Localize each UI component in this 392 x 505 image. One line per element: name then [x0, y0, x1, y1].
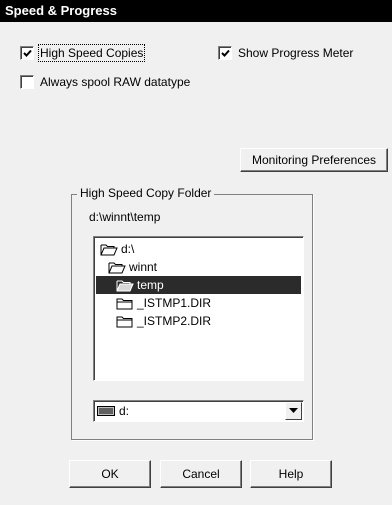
open-folder-icon: [100, 244, 118, 255]
always-spool-raw-label: Always spool RAW datatype: [40, 75, 191, 89]
show-progress-meter-checkbox-box[interactable]: [218, 46, 232, 60]
folder-list[interactable]: d:\ winnt temp _ISTMP1.DIR _ISTMP2.DIR: [93, 236, 304, 381]
folder-item-label: d:\: [121, 242, 135, 256]
closed-folder-icon: [116, 316, 133, 327]
help-button[interactable]: Help: [250, 460, 332, 488]
monitoring-preferences-button[interactable]: Monitoring Preferences: [240, 148, 388, 172]
drive-icon: [97, 406, 115, 416]
group-title: High Speed Copy Folder: [77, 186, 215, 200]
show-progress-meter-checkbox[interactable]: Show Progress Meter: [218, 46, 353, 60]
checkmark-icon: [22, 49, 32, 57]
folder-item-winnt[interactable]: winnt: [96, 258, 301, 276]
folder-item-istmp1[interactable]: _ISTMP1.DIR: [96, 294, 301, 312]
high-speed-copies-label: High Speed Copies: [37, 44, 146, 62]
checkmark-icon: [220, 49, 230, 57]
folder-item-label: _ISTMP2.DIR: [137, 314, 212, 328]
folder-item-label: _ISTMP1.DIR: [137, 296, 212, 310]
chevron-down-icon: [289, 408, 298, 413]
speed-progress-dialog: Speed & Progress High Speed Copies Show …: [0, 0, 392, 505]
drive-select[interactable]: d:: [93, 400, 304, 422]
always-spool-raw-checkbox-box[interactable]: [20, 75, 34, 89]
drive-dropdown-button[interactable]: [285, 402, 302, 420]
open-folder-icon: [108, 262, 126, 273]
cancel-button[interactable]: Cancel: [160, 460, 242, 488]
folder-item-label: winnt: [129, 260, 158, 274]
drive-select-label: d:: [119, 404, 130, 418]
folder-item-label: temp: [137, 278, 164, 292]
folder-item-temp[interactable]: temp: [96, 276, 301, 294]
high-speed-copies-checkbox-box[interactable]: [20, 46, 34, 60]
dialog-title: Speed & Progress: [0, 0, 392, 22]
show-progress-meter-label: Show Progress Meter: [238, 46, 354, 60]
ok-button[interactable]: OK: [69, 460, 151, 488]
always-spool-raw-checkbox[interactable]: Always spool RAW datatype: [20, 75, 190, 89]
closed-folder-icon: [116, 298, 133, 309]
folder-item-root[interactable]: d:\: [96, 240, 301, 258]
current-folder-path: d:\winnt\temp: [89, 210, 161, 224]
open-folder-icon: [116, 280, 134, 291]
drive-select-value: d:: [94, 404, 285, 418]
folder-item-istmp2[interactable]: _ISTMP2.DIR: [96, 312, 301, 330]
high-speed-copies-checkbox[interactable]: High Speed Copies: [20, 44, 146, 62]
